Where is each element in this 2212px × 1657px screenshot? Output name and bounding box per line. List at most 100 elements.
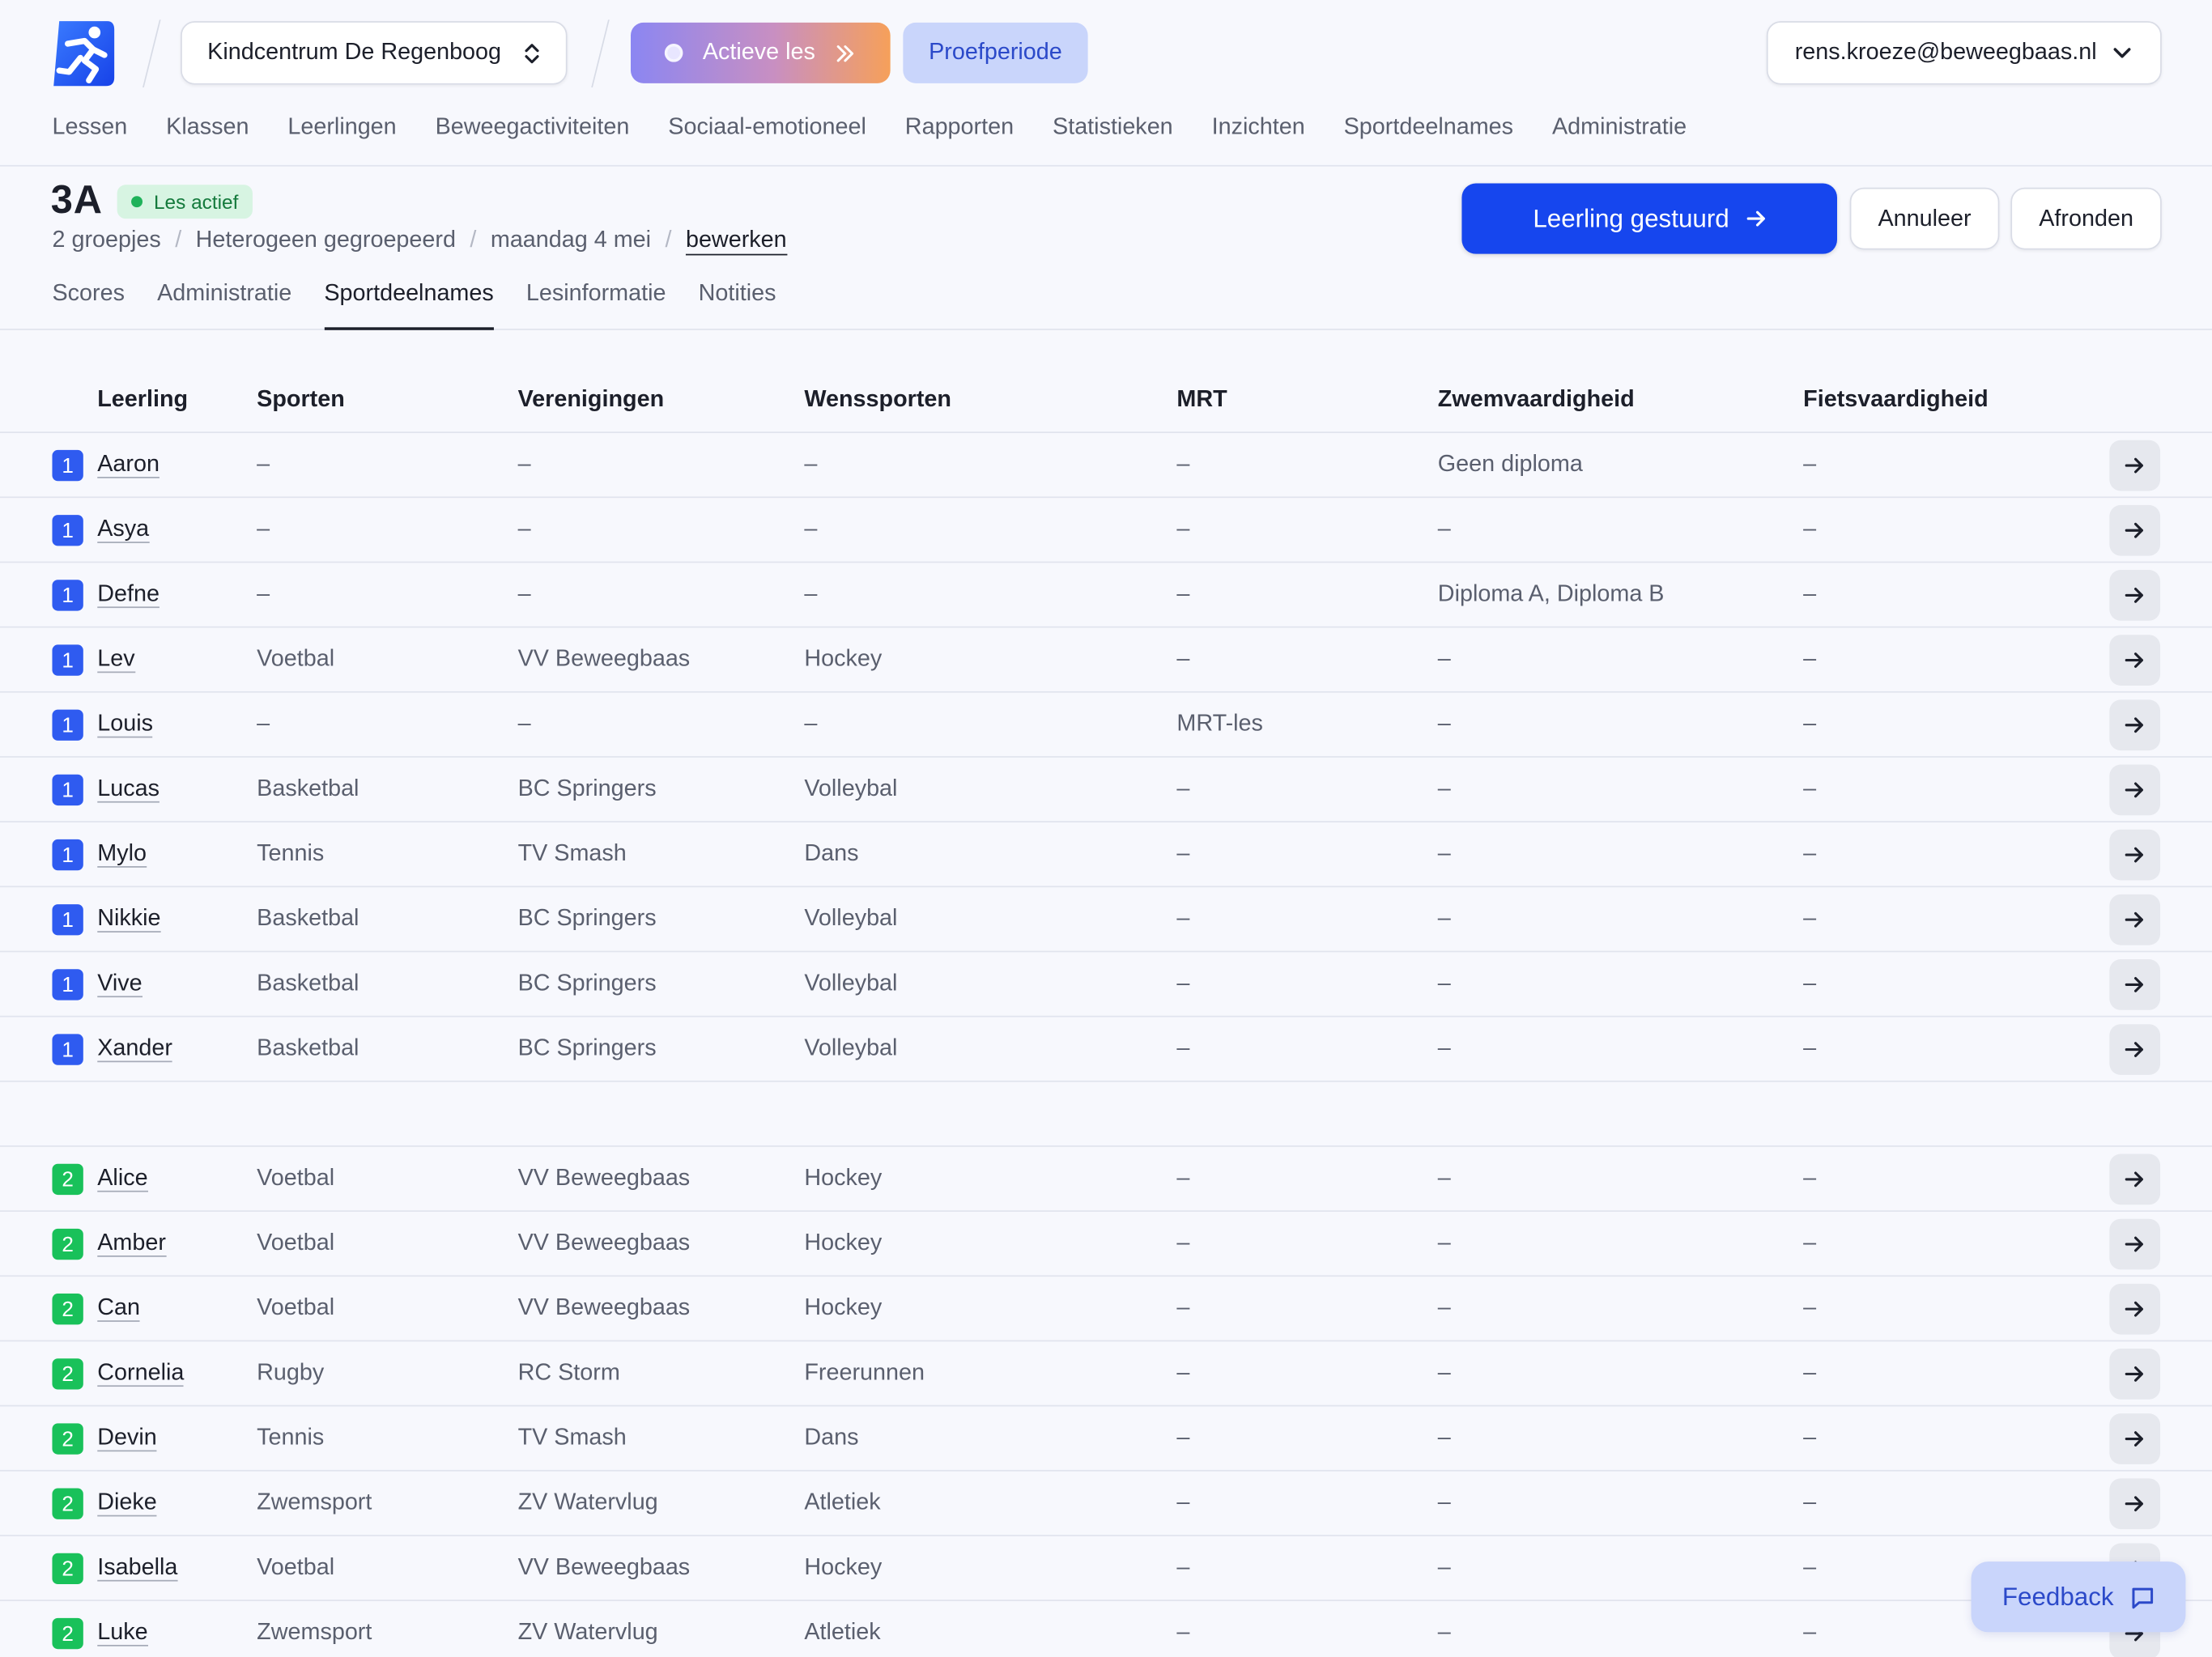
open-student-button[interactable] [2109,959,2161,1010]
open-student-button[interactable] [2109,440,2161,491]
swim-skill-cell: – [1437,970,1451,996]
open-student-button[interactable] [2109,1413,2161,1464]
bike-skill-cell: – [1803,646,1817,672]
student-name-link[interactable]: Vive [97,971,143,998]
student-name-link[interactable]: Luke [97,1620,148,1646]
nav-item-rapporten[interactable]: Rapporten [905,114,1014,141]
table-row[interactable]: 1 Nikkie Basketbal BC Springers Volleybal – – – [0,887,2212,953]
nav-item-leerlingen[interactable]: Leerlingen [287,114,396,141]
student-name-link[interactable]: Amber [97,1230,166,1257]
beweegbaas-logo-icon[interactable] [51,19,116,89]
table-row[interactable]: 2 Dieke Zwemsport ZV Watervlug Atletiek – – – [0,1472,2212,1536]
open-student-button[interactable] [2109,829,2161,881]
open-student-button[interactable] [2109,635,2161,686]
table-row[interactable]: 2 Alice Voetbal VV Beweegbaas Hockey – – – [0,1147,2212,1212]
table-row[interactable]: 2 Isabella Voetbal VV Beweegbaas Hockey – – – [0,1536,2212,1601]
table-row[interactable]: 1 Aaron – – – – Geen diploma – [0,433,2212,499]
open-student-button[interactable] [2109,894,2161,945]
club-cell: – [517,711,531,737]
student-name-link[interactable]: Asya [97,516,150,543]
student-name-link[interactable]: Isabella [97,1554,178,1582]
club-cell: – [517,580,531,607]
column-header[interactable]: MRT [1176,386,1227,413]
group-badge: 1 [52,449,83,482]
table-row[interactable]: 2 Amber Voetbal VV Beweegbaas Hockey – – – [0,1212,2212,1277]
table-row[interactable]: 2 Can Voetbal VV Beweegbaas Hockey – – – [0,1277,2212,1342]
wish-sport-cell: Dans [804,1425,859,1451]
table-row[interactable]: 2 Luke Zwemsport ZV Watervlug Atletiek – – – [0,1601,2212,1657]
open-student-button[interactable] [2109,764,2161,816]
open-student-button[interactable] [2109,570,2161,621]
nav-item-inzichten[interactable]: Inzichten [1212,114,1305,141]
student-name-link[interactable]: Louis [97,711,154,738]
open-student-button[interactable] [2109,1283,2161,1335]
user-menu[interactable]: rens.kroeze@beweegbaas.nl [1766,21,2162,85]
open-student-button[interactable] [2109,1218,2161,1270]
mrt-cell: – [1176,1425,1190,1451]
main-nav: Lessen Klassen Leerlingen Beweegactivite… [52,114,1725,141]
column-header[interactable]: Fietsvaardigheid [1803,386,1989,413]
school-select[interactable]: Kindcentrum De Regenboog [181,21,568,85]
active-lesson-button[interactable]: Actieve les [630,22,891,83]
group-badge: 1 [52,904,83,936]
student-name-link[interactable]: Xander [97,1035,172,1063]
column-header[interactable]: Verenigingen [518,386,665,413]
edit-link[interactable]: bewerken [685,227,787,256]
finish-button[interactable]: Afronden [2010,187,2162,250]
student-led-button[interactable]: Leerling gestuurd [1461,183,1837,254]
nav-item-administratie[interactable]: Administratie [1552,114,1687,141]
sport-cell: Zwemsport [257,1489,372,1515]
student-name-link[interactable]: Aaron [97,452,160,478]
column-header[interactable]: Wenssporten [804,386,951,413]
trial-button[interactable]: Proefperiode [903,22,1088,83]
table-row[interactable]: 1 Vive Basketbal BC Springers Volleybal – – – [0,952,2212,1018]
open-student-button[interactable] [2109,1024,2161,1075]
student-name-link[interactable]: Defne [97,581,160,609]
table-row[interactable]: 1 Louis – – – MRT-les – – [0,693,2212,758]
club-cell: VV Beweegbaas [517,1294,691,1321]
open-student-button[interactable] [2109,1478,2161,1530]
sport-cell: – [257,711,270,737]
student-name-link[interactable]: Alice [97,1165,148,1192]
tab-scores[interactable]: Scores [52,281,125,330]
student-name-link[interactable]: Can [97,1295,141,1322]
table-row[interactable]: 1 Defne – – – – Diploma A, Diploma B – [0,563,2212,628]
open-student-button[interactable] [2109,504,2161,556]
nav-item-lessen[interactable]: Lessen [52,114,127,141]
nav-item-sociaal-emotioneel[interactable]: Sociaal-emotioneel [668,114,866,141]
student-name-link[interactable]: Lev [97,646,135,673]
table-row[interactable]: 1 Mylo Tennis TV Smash Dans – – – [0,822,2212,888]
student-name-link[interactable]: Lucas [97,775,160,803]
nav-item-klassen[interactable]: Klassen [166,114,249,141]
cancel-button[interactable]: Annuleer [1849,187,2000,250]
student-name-link[interactable]: Nikkie [97,906,161,933]
table-row[interactable]: 2 Devin Tennis TV Smash Dans – – – [0,1406,2212,1472]
swim-skill-cell: – [1437,1619,1451,1645]
tab-notities[interactable]: Notities [699,281,776,330]
open-student-button[interactable] [2109,699,2161,751]
student-led-label: Leerling gestuurd [1533,203,1729,232]
table-row[interactable]: 1 Asya – – – – – – [0,498,2212,563]
table-row[interactable]: 1 Lucas Basketbal BC Springers Volleybal – – – [0,758,2212,822]
open-student-button[interactable] [2109,1349,2161,1400]
table-row[interactable]: 1 Xander Basketbal BC Springers Volleybal – – – [0,1017,2212,1082]
nav-item-statistieken[interactable]: Statistieken [1053,114,1173,141]
column-header[interactable]: Zwemvaardigheid [1438,386,1635,413]
tab-sportdeelnames[interactable]: Sportdeelnames [324,281,495,330]
table-row[interactable]: 2 Cornelia Rugby RC Storm Freerunnen – – – [0,1341,2212,1407]
tab-lesinformatie[interactable]: Lesinformatie [526,281,666,330]
group-separator [0,1082,2212,1147]
column-header[interactable]: Sporten [257,386,345,413]
student-name-link[interactable]: Dieke [97,1489,157,1517]
group-badge: 1 [52,969,83,1001]
feedback-button[interactable]: Feedback [1971,1561,2186,1633]
tab-administratie[interactable]: Administratie [157,281,291,330]
table-row[interactable]: 1 Lev Voetbal VV Beweegbaas Hockey – – – [0,628,2212,693]
nav-item-beweegactiviteiten[interactable]: Beweegactiviteiten [436,114,630,141]
student-name-link[interactable]: Cornelia [97,1360,185,1387]
student-name-link[interactable]: Devin [97,1425,157,1452]
column-header[interactable]: Leerling [97,386,188,413]
nav-item-sportdeelnames[interactable]: Sportdeelnames [1344,114,1513,141]
student-name-link[interactable]: Mylo [97,841,147,868]
open-student-button[interactable] [2109,1154,2161,1205]
